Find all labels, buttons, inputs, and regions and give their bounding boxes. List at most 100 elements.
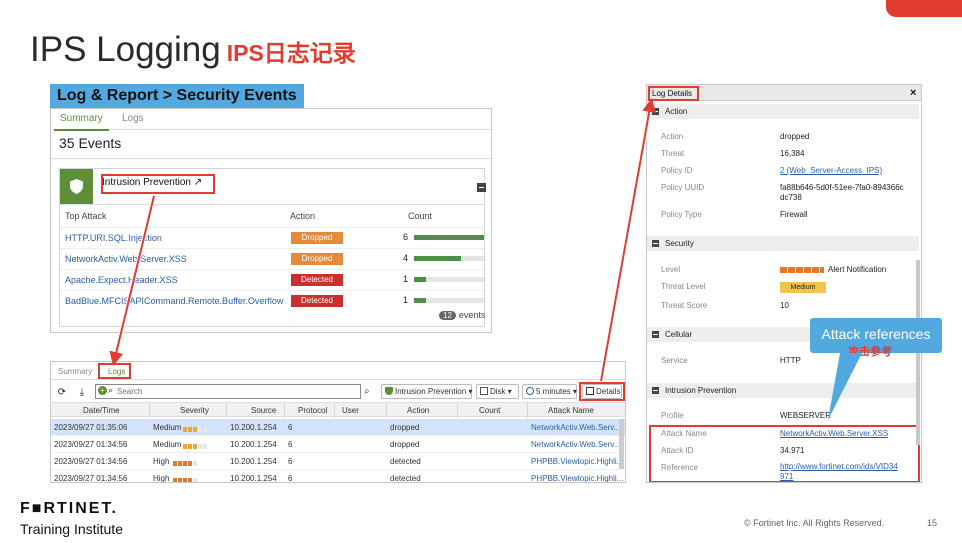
severity-bar bbox=[183, 425, 208, 432]
filter-intrusion-prevention[interactable]: Intrusion Prevention ▾ bbox=[381, 384, 472, 399]
highlight-box bbox=[98, 363, 131, 379]
col-action[interactable]: Action bbox=[407, 406, 429, 415]
collapse-icon[interactable] bbox=[652, 387, 659, 394]
download-icon[interactable]: ⤓ bbox=[76, 387, 88, 399]
severity-square bbox=[183, 444, 187, 449]
col-source[interactable]: Source bbox=[251, 406, 276, 415]
collapse-icon[interactable] bbox=[652, 240, 659, 247]
log-source: 10.200.1.254 bbox=[230, 423, 277, 432]
field-label: Profile bbox=[661, 411, 684, 420]
slide-title: IPS Logging IPS日志记录 bbox=[30, 30, 356, 70]
field-value: WEBSERVER bbox=[780, 411, 831, 420]
count-value: 1 bbox=[403, 295, 409, 305]
log-action: dropped bbox=[390, 423, 420, 432]
section-action[interactable]: Action bbox=[647, 104, 919, 119]
log-attack[interactable]: PHPBB.Viewtopic.Highli... bbox=[531, 457, 623, 466]
log-row[interactable]: 2023/09/27 01:35:06 Medium 10.200.1.254 … bbox=[51, 419, 625, 436]
log-protocol: 6 bbox=[288, 474, 293, 483]
attack-link[interactable]: HTTP.URI.SQL.Injection bbox=[65, 233, 162, 243]
field-label: Threat Score bbox=[661, 301, 708, 310]
log-source: 10.200.1.254 bbox=[230, 474, 277, 483]
policy-link[interactable]: 2 (Web_Server-Access_IPS) bbox=[780, 166, 882, 175]
refresh-icon[interactable]: ⟳ bbox=[56, 387, 68, 399]
severity-square bbox=[183, 427, 187, 432]
highlight-box bbox=[579, 382, 625, 401]
severity-square bbox=[193, 444, 197, 449]
count-bar-fill bbox=[414, 256, 461, 261]
time-range-select[interactable]: 5 minutes ▾ bbox=[522, 384, 577, 399]
search-input[interactable] bbox=[117, 386, 347, 397]
log-attack[interactable]: NetworkActiv.Web.Serv... bbox=[531, 423, 620, 432]
log-severity: High bbox=[153, 457, 170, 466]
collapse-icon[interactable] bbox=[652, 331, 659, 338]
count-value: 4 bbox=[403, 253, 409, 263]
col-top-attack: Top Attack bbox=[65, 211, 107, 221]
severity-square bbox=[188, 444, 192, 449]
field-value: Alert Notification bbox=[780, 265, 886, 274]
close-icon[interactable]: × bbox=[910, 87, 916, 99]
log-severity: Medium bbox=[153, 440, 182, 449]
field-label: Policy UUID bbox=[661, 183, 705, 192]
divider bbox=[60, 204, 484, 205]
field-label: Policy ID bbox=[661, 166, 693, 175]
section-security[interactable]: Security bbox=[647, 236, 919, 251]
log-attack[interactable]: NetworkActiv.Web.Serv... bbox=[531, 440, 620, 449]
add-filter-icon[interactable]: + bbox=[98, 386, 107, 395]
log-details-panel: Log Details × Action Action dropped Thre… bbox=[646, 84, 922, 483]
scrollbar[interactable] bbox=[619, 419, 624, 469]
log-protocol: 6 bbox=[288, 423, 293, 432]
attack-references-callout: Attack references 攻击参考 bbox=[810, 318, 942, 358]
field-value-cont: dc738 bbox=[780, 193, 802, 202]
count-bar-fill bbox=[414, 277, 426, 282]
summary-tabs: Summary Logs bbox=[51, 109, 491, 131]
collapse-icon[interactable] bbox=[652, 108, 659, 115]
log-action: detected bbox=[390, 457, 421, 466]
threat-level-badge: Medium bbox=[780, 282, 826, 293]
col-attack-name[interactable]: Attack Name bbox=[548, 406, 594, 415]
col-divider bbox=[149, 403, 150, 418]
log-time: 2023/09/27 01:34:56 bbox=[54, 474, 128, 483]
log-protocol: 6 bbox=[288, 440, 293, 449]
attack-link[interactable]: BadBlue.MFCISAPICommand.Remote.Buffer.Ov… bbox=[65, 296, 283, 306]
table-row[interactable]: Apache.Expect.Header.XSS Detected 1 bbox=[60, 269, 484, 290]
logs-table-header: Date/Time Severity Source Protocol User … bbox=[51, 402, 625, 418]
field-value: HTTP bbox=[780, 356, 801, 365]
tab-summary[interactable]: Summary bbox=[54, 113, 109, 131]
attack-link[interactable]: Apache.Expect.Header.XSS bbox=[65, 275, 178, 285]
count-value: 6 bbox=[403, 232, 409, 242]
disk-select[interactable]: Disk ▾ bbox=[476, 384, 519, 399]
severity-square bbox=[193, 461, 197, 466]
log-row[interactable]: 2023/09/27 01:34:56 High 10.200.1.254 6 … bbox=[51, 453, 625, 470]
level-squares bbox=[780, 266, 824, 273]
col-count: Count bbox=[408, 211, 433, 221]
attack-link[interactable]: NetworkActiv.Web.Server.XSS bbox=[65, 254, 187, 264]
log-row[interactable]: 2023/09/27 01:34:56 High 10.200.1.254 6 … bbox=[51, 470, 625, 483]
section-title: Cellular bbox=[665, 330, 693, 339]
col-protocol[interactable]: Protocol bbox=[298, 406, 327, 415]
section-intrusion-prevention[interactable]: Intrusion Prevention bbox=[647, 383, 919, 398]
field-label: Threat Level bbox=[661, 282, 706, 291]
log-severity: High bbox=[153, 474, 170, 483]
log-row[interactable]: 2023/09/27 01:34:56 Medium 10.200.1.254 … bbox=[51, 436, 625, 453]
tab-summary[interactable]: Summary bbox=[58, 367, 92, 376]
search-icon: ⌕ bbox=[108, 385, 114, 395]
events-count: 35 Events bbox=[59, 135, 122, 151]
severity-square bbox=[183, 478, 187, 482]
col-datetime[interactable]: Date/Time bbox=[83, 406, 120, 415]
severity-square bbox=[193, 478, 197, 482]
collapse-icon[interactable] bbox=[477, 183, 486, 192]
table-row[interactable]: BadBlue.MFCISAPICommand.Remote.Buffer.Ov… bbox=[60, 290, 484, 311]
severity-bar bbox=[173, 476, 198, 482]
col-count[interactable]: Count bbox=[479, 406, 500, 415]
table-row[interactable]: NetworkActiv.Web.Server.XSS Dropped 4 bbox=[60, 248, 484, 269]
col-divider bbox=[386, 403, 387, 418]
tab-logs[interactable]: Logs bbox=[122, 113, 144, 124]
col-user[interactable]: User bbox=[342, 406, 359, 415]
search-submit-icon[interactable]: ⌕ bbox=[364, 386, 370, 397]
field-value: Firewall bbox=[780, 210, 808, 219]
col-severity[interactable]: Severity bbox=[180, 406, 209, 415]
severity-bar bbox=[183, 442, 208, 449]
log-attack[interactable]: PHPBB.Viewtopic.Highli... bbox=[531, 474, 623, 482]
table-row[interactable]: HTTP.URI.SQL.Injection Dropped 6 bbox=[60, 227, 484, 248]
field-label: Level bbox=[661, 265, 681, 274]
